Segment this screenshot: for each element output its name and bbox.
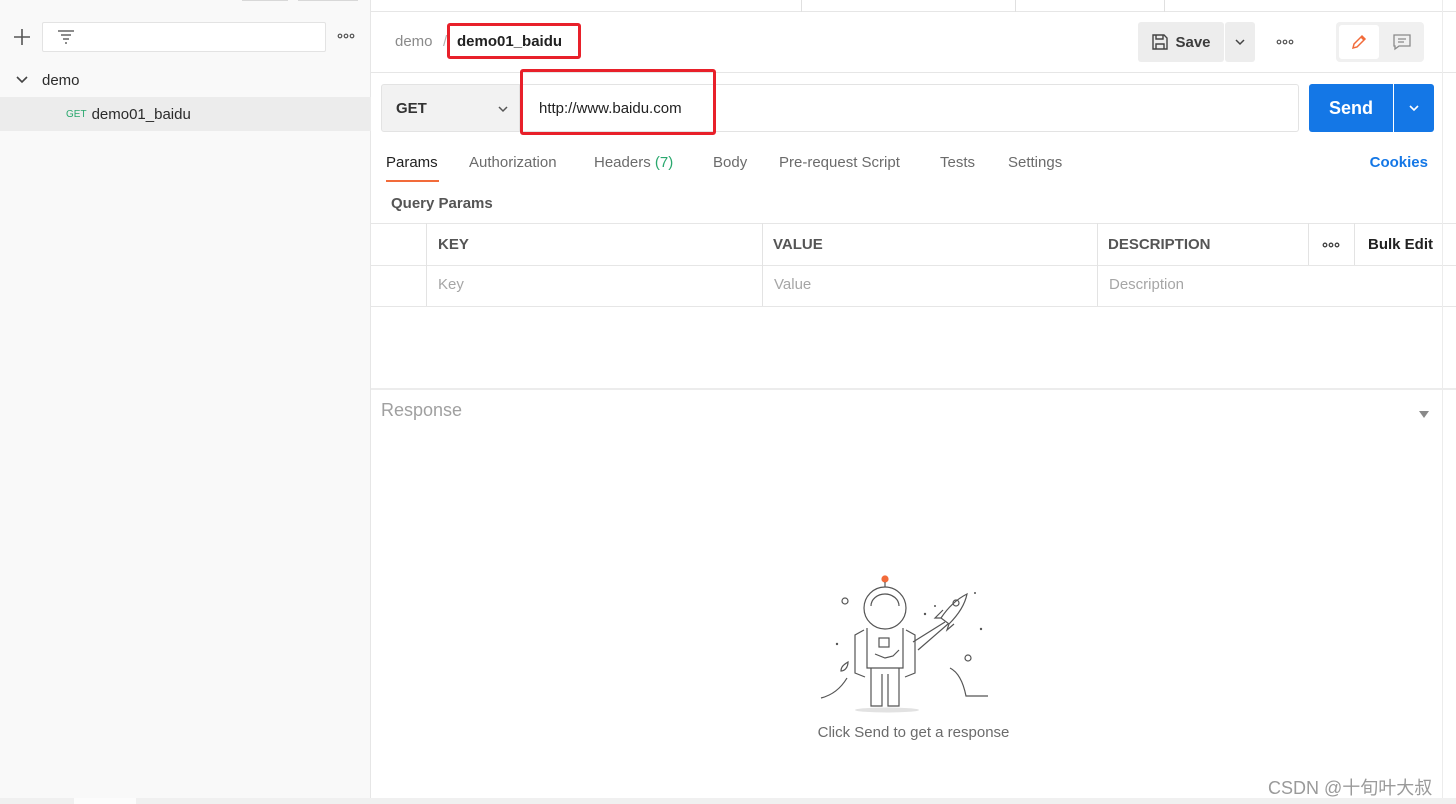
caret-down-icon[interactable]	[1419, 406, 1429, 424]
sidebar: demo GET demo01_baidu	[0, 0, 371, 798]
save-label: Save	[1175, 33, 1211, 51]
breadcrumb-separator: /	[443, 33, 448, 50]
pencil-icon	[1351, 34, 1367, 50]
send-label: Send	[1328, 97, 1373, 118]
top-tab-strip	[371, 0, 1456, 12]
active-tab-indicator	[386, 180, 439, 182]
breadcrumb-parent[interactable]: demo	[395, 33, 433, 50]
sidebar-top-tab-stub	[298, 0, 358, 1]
more-horizontal-icon[interactable]	[1275, 32, 1295, 57]
table-col-divider	[1308, 223, 1309, 265]
view-mode-toggle	[1336, 22, 1424, 62]
tab-authorization[interactable]: Authorization	[469, 154, 557, 171]
tab-settings[interactable]: Settings	[1008, 154, 1062, 171]
save-options-dropdown[interactable]	[1225, 22, 1255, 62]
tab-headers-label: Headers	[594, 154, 651, 171]
key-input[interactable]: Key	[438, 276, 464, 293]
request-item-name: demo01_baidu	[91, 105, 191, 123]
save-button[interactable]: Save	[1138, 22, 1224, 62]
collection-name: demo	[42, 71, 80, 89]
request-editor: demo / demo01_baidu Save GET http://www.…	[371, 0, 1456, 798]
filter-icon	[58, 30, 74, 44]
watermark: CSDN @十旬叶大叔	[1268, 778, 1433, 798]
tab-tests[interactable]: Tests	[940, 154, 975, 171]
send-button[interactable]: Send	[1309, 84, 1393, 132]
sidebar-top-tab-stub	[242, 0, 288, 1]
more-horizontal-icon[interactable]	[1321, 235, 1341, 260]
tab-body[interactable]: Body	[713, 154, 747, 171]
column-header-key: KEY	[438, 236, 469, 253]
table-col-divider	[426, 223, 427, 306]
save-icon	[1152, 34, 1169, 50]
astronaut-illustration	[820, 575, 988, 713]
divider	[371, 72, 1456, 73]
more-horizontal-icon[interactable]	[336, 26, 356, 51]
table-col-divider	[1354, 223, 1355, 265]
bulk-edit-button[interactable]: Bulk Edit	[1368, 236, 1433, 253]
tab-pre-request-script[interactable]: Pre-request Script	[779, 154, 900, 171]
chevron-down-icon	[498, 106, 508, 113]
horizontal-scrollbar[interactable]	[0, 798, 1456, 804]
request-title[interactable]: demo01_baidu	[457, 33, 562, 50]
plus-icon[interactable]	[11, 26, 33, 48]
empty-response-message: Click Send to get a response	[817, 724, 1010, 741]
tab-params[interactable]: Params	[386, 154, 438, 171]
table-col-divider	[1097, 223, 1098, 306]
response-divider[interactable]	[371, 388, 1456, 390]
scrollbar-thumb[interactable]	[74, 798, 136, 804]
url-value: http://www.baidu.com	[539, 99, 682, 117]
description-input[interactable]: Description	[1109, 276, 1184, 293]
edit-mode-button[interactable]	[1339, 25, 1379, 59]
send-options-dropdown[interactable]	[1394, 84, 1434, 132]
table-border	[371, 223, 1456, 224]
collection-item[interactable]: demo	[0, 63, 371, 97]
comment-icon	[1393, 34, 1411, 51]
chevron-down-icon	[1235, 39, 1245, 46]
documentation-mode-button[interactable]	[1383, 25, 1421, 59]
table-border	[371, 306, 1456, 307]
url-input[interactable]: http://www.baidu.com	[520, 84, 1299, 132]
method-select[interactable]: GET	[381, 84, 520, 132]
chevron-down-icon[interactable]	[15, 73, 29, 87]
table-col-divider	[762, 223, 763, 306]
request-item[interactable]: GET demo01_baidu	[0, 97, 371, 131]
method-badge: GET	[66, 108, 87, 120]
tab-headers[interactable]: Headers (7)	[594, 154, 673, 171]
column-header-description: DESCRIPTION	[1108, 236, 1211, 253]
column-header-value: VALUE	[773, 236, 823, 253]
chevron-down-icon	[1409, 105, 1419, 112]
scrollbar-track[interactable]	[1442, 0, 1443, 798]
cookies-link[interactable]: Cookies	[1370, 154, 1428, 171]
value-input[interactable]: Value	[774, 276, 811, 293]
query-params-title: Query Params	[391, 195, 493, 212]
method-value: GET	[396, 99, 427, 117]
sidebar-filter-input[interactable]	[42, 22, 326, 52]
table-border	[371, 265, 1456, 266]
headers-count: (7)	[654, 154, 674, 171]
response-title: Response	[381, 400, 463, 420]
